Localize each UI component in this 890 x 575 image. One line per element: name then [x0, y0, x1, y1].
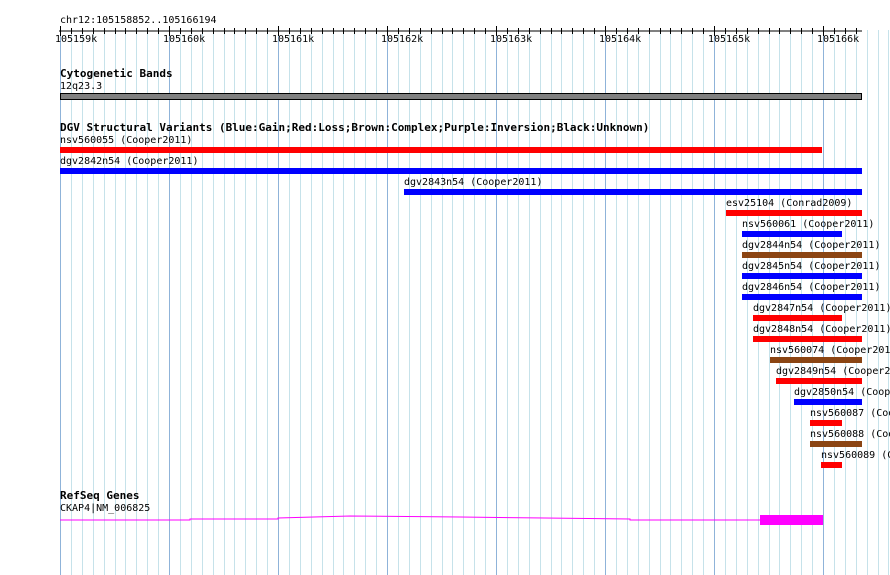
genome-browser-panel: chr12:105158852..105166194 105159k 10516…: [0, 0, 890, 575]
dgv-feature-label: nsv560055 (Cooper2011): [60, 135, 193, 146]
dgv-feature-label: dgv2844n54 (Cooper2011): [742, 240, 881, 251]
dgv-feature-label: dgv2849n54 (Cooper2011): [776, 366, 890, 377]
ruler-tick-label-5: 105164k: [599, 34, 642, 45]
dgv-feature-bar[interactable]: [742, 273, 862, 279]
dgv-feature-label: nsv560089 (Cooper2011): [821, 450, 890, 461]
dgv-feature-bar[interactable]: [726, 210, 862, 216]
ruler-tick-label-6: 105165k: [708, 34, 751, 45]
dgv-feature-bar[interactable]: [810, 420, 842, 426]
cytoband-bar[interactable]: [60, 93, 862, 100]
dgv-feature-label: esv25104 (Conrad2009): [726, 198, 853, 209]
dgv-feature-label: dgv2848n54 (Cooper2011): [753, 324, 890, 335]
dgv-feature-bar[interactable]: [60, 147, 822, 153]
dgv-feature-bar[interactable]: [742, 252, 862, 258]
dgv-feature-bar[interactable]: [742, 231, 842, 237]
dgv-feature-bar[interactable]: [753, 336, 862, 342]
refseq-exon-block: [760, 515, 823, 525]
refseq-track-title: RefSeq Genes: [60, 489, 140, 502]
dgv-feature-label: dgv2846n54 (Cooper2011): [742, 282, 881, 293]
dgv-feature-bar[interactable]: [810, 441, 862, 447]
dgv-feature-bar[interactable]: [776, 378, 862, 384]
dgv-feature-bar[interactable]: [794, 399, 862, 405]
ruler-tick-label-2: 105161k: [272, 34, 315, 45]
cytoband-track-title: Cytogenetic Bands: [60, 67, 173, 80]
ruler-tick-label-0: 105159k: [55, 34, 98, 45]
ruler-tick-label-7: 105166k: [817, 34, 860, 45]
ruler-tick-label-4: 105163k: [490, 34, 533, 45]
ruler-tick-label-3: 105162k: [381, 34, 424, 45]
dgv-feature-bar[interactable]: [770, 357, 862, 363]
dgv-feature-label: dgv2845n54 (Cooper2011): [742, 261, 881, 272]
dgv-feature-label: nsv560087 (Cooper2011): [810, 408, 890, 419]
dgv-feature-label: dgv2847n54 (Cooper2011): [753, 303, 890, 314]
refseq-intron-line: [60, 515, 760, 521]
dgv-feature-label: dgv2850n54 (Cooper2011): [794, 387, 890, 398]
dgv-feature-bar[interactable]: [404, 189, 862, 195]
ruler-axis: [59, 26, 862, 36]
dgv-feature-label: dgv2842n54 (Cooper2011): [60, 156, 199, 167]
dgv-feature-bar[interactable]: [742, 294, 862, 300]
ruler-tick-label-1: 105160k: [163, 34, 206, 45]
refseq-gene-model[interactable]: [0, 505, 890, 535]
dgv-feature-label: nsv560088 (Cooper2011): [810, 429, 890, 440]
dgv-feature-bar[interactable]: [753, 315, 842, 321]
cytoband-label: 12q23.3: [60, 81, 103, 92]
dgv-feature-label: dgv2843n54 (Cooper2011): [404, 177, 543, 188]
dgv-feature-label: nsv560061 (Cooper2011): [742, 219, 875, 230]
dgv-feature-bar[interactable]: [821, 462, 842, 468]
dgv-track-title: DGV Structural Variants (Blue:Gain;Red:L…: [60, 121, 650, 134]
dgv-feature-label: nsv560074 (Cooper2011): [770, 345, 890, 356]
dgv-feature-bar[interactable]: [60, 168, 862, 174]
